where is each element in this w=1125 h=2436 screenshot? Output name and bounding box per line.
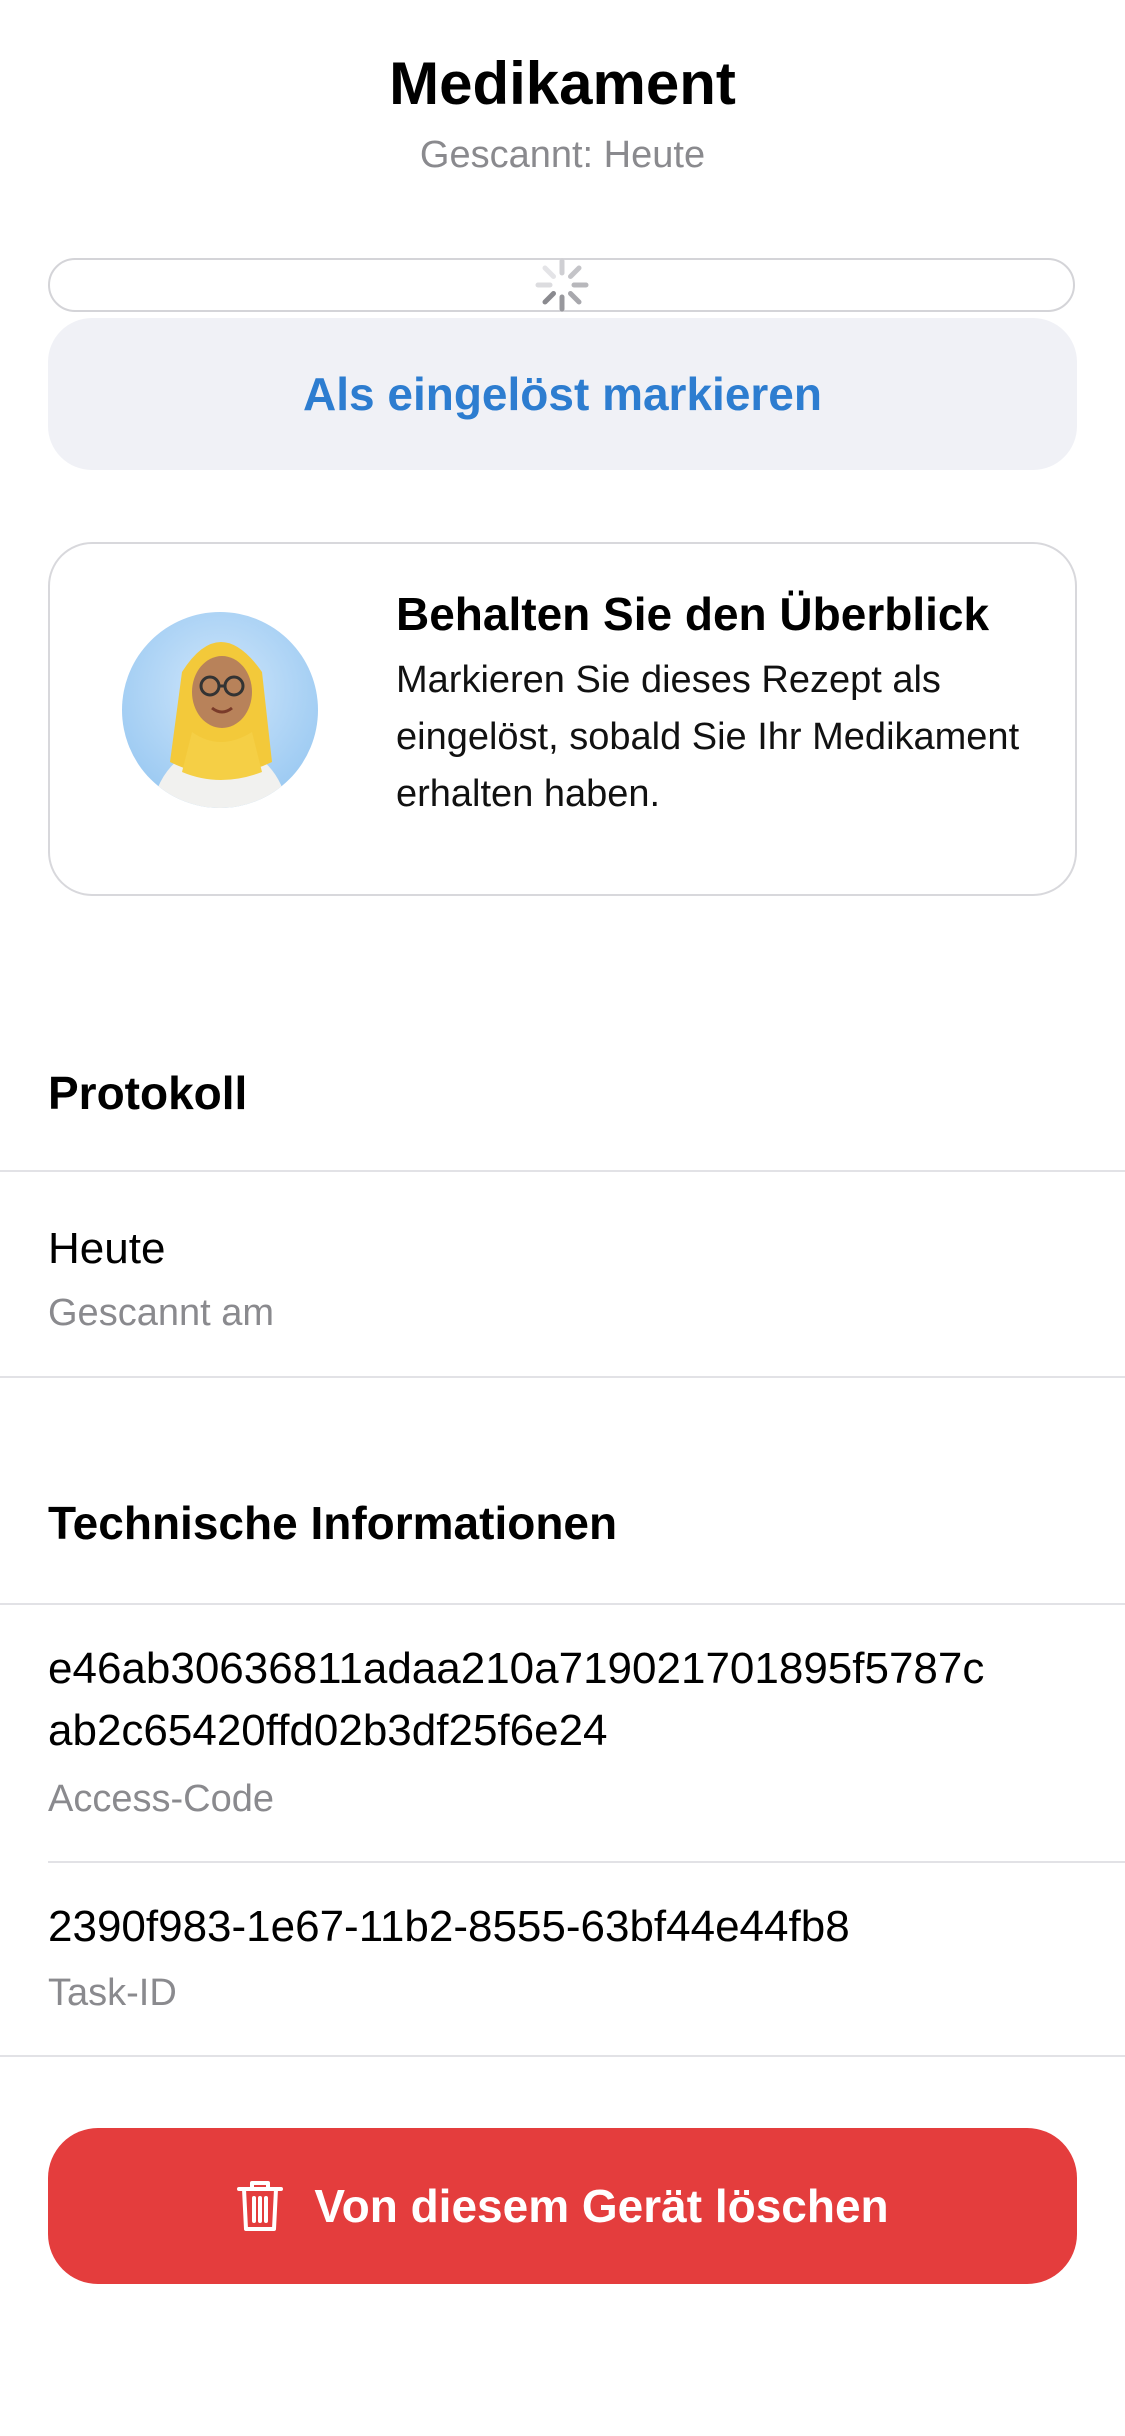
mark-redeemed-label: Als eingelöst markieren [303,368,822,420]
hint-body: Markieren Sie dieses Rezept als eingelös… [396,659,1020,815]
hint-card: Behalten Sie den Überblick Markieren Sie… [48,542,1077,896]
technical-bottom-divider [0,2055,1125,2057]
technical-row-divider [48,1861,1125,1863]
task-id-value: 2390f983-1e67-11b2-8555-63bf44e44fb8 [48,1902,850,1951]
protocol-section-title: Protokoll [48,1067,248,1119]
delete-from-device-button[interactable]: Von diesem Gerät löschen [48,2128,1077,2284]
technical-top-divider [0,1603,1125,1605]
loading-bar [48,258,1075,312]
protocol-top-divider [0,1170,1125,1172]
task-id-label: Task-ID [48,1972,177,2014]
protocol-entry-value: Heute [48,1224,166,1273]
pharmacist-avatar [122,612,318,808]
access-code-label: Access-Code [48,1778,274,1820]
header: Medikament Gescannt: Heute [0,48,1125,177]
page-subtitle: Gescannt: Heute [419,134,706,176]
access-code-line-2: ab2c65420ffd02b3df25f6e24 [48,1706,608,1755]
protocol-entry-label: Gescannt am [48,1292,274,1334]
page-title: Medikament [389,50,736,117]
delete-label: Von diesem Gerät löschen [314,2180,889,2232]
protocol-bottom-divider [0,1376,1125,1378]
hint-title: Behalten Sie den Überblick [396,588,990,640]
mark-redeemed-button[interactable]: Als eingelöst markieren [48,318,1077,470]
technical-section-title: Technische Informationen [48,1497,618,1549]
loading-spinner-icon [535,258,588,312]
trash-icon [237,2181,284,2231]
access-code-line-1: e46ab30636811adaa210a719021701895f5787c [48,1644,985,1693]
